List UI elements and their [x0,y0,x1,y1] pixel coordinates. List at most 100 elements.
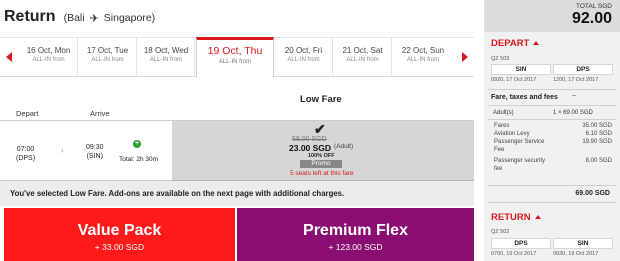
date-tab-selected[interactable]: 19 Oct, Thu ALL-IN from [196,37,274,78]
date-label: 17 Oct, Tue [86,46,129,55]
arrive-time: 09:30 [86,144,104,151]
fee-label: fee [494,166,503,172]
route-close-paren: ) [151,12,156,24]
promo-badge: Promo [300,160,342,168]
depart-section-toggle[interactable]: DEPART [491,38,540,49]
depart-from-code: SIN [491,64,551,75]
depart-column-header: Depart [16,109,39,118]
date-tab[interactable]: 21 Oct, Sat ALL-IN from [334,38,392,77]
chevron-right-icon: › [61,148,64,155]
destination-city: Singapore [103,12,152,24]
fee-amount: 19.90 SGD [582,139,612,145]
page-title: Return [4,8,56,25]
arrive-info: 09:30 (SIN) [86,143,104,161]
return-to-code: SIN [553,238,613,249]
date-price-label: ALL-IN from [32,57,65,63]
total-label: TOTAL SGD [576,3,612,10]
collapse-arrow-icon [533,41,540,45]
fee-label: Passenger Service [494,139,545,145]
seats-left-notice: 5 seats left at this fare [290,170,354,177]
fee-amount: 35.00 SGD [582,123,612,129]
airplane-icon: ✈ [89,12,99,25]
pack-price: + 33.00 SGD [94,242,145,252]
next-dates-arrow-icon[interactable] [462,52,468,62]
return-section-toggle[interactable]: RETURN [491,212,541,223]
date-tab[interactable]: 17 Oct, Tue ALL-IN from [79,38,137,77]
return-title: RETURN [491,212,531,223]
fee-row: Fares 35.00 SGD [494,123,614,130]
fee-label: Fares [494,123,510,129]
pack-price: + 123.00 SGD [328,242,383,252]
return-from-code: DPS [491,238,551,249]
depart-info: 07:00 (DPS) [16,145,35,163]
depart-flight-number: QZ 503 [491,56,510,62]
pack-name: Premium Flex [303,222,408,239]
fee-row: fee [494,166,614,173]
fare-notice-text: You've selected Low Fare. Add-ons are av… [10,189,345,198]
date-tab[interactable]: 16 Oct, Mon ALL-IN from [20,38,78,77]
return-from-time: 0700, 19 Oct 2017 [491,251,537,257]
value-pack-option[interactable]: Value Pack + 33.00 SGD [4,208,235,261]
return-flight-number: QZ 502 [491,229,510,235]
fees-title: Fare, taxes and fees [491,94,558,101]
fee-label: Aviation Levy [494,131,530,137]
date-tab[interactable]: 18 Oct, Wed ALL-IN from [138,38,195,77]
arrive-column-header: Arrive [90,109,110,118]
fare-price: 23.00 SGD [289,143,332,153]
fee-label: Passenger security [494,158,546,164]
low-fare-option[interactable]: ✔ 58.00 SGD 23.00 SGD (Adult) 100% OFF P… [172,121,474,181]
fare-notice-bar: You've selected Low Fare. Add-ons are av… [0,181,474,206]
total-price-box: TOTAL SGD 92.00 [484,0,620,32]
divider [488,119,616,120]
original-price: 58.00 SGD [292,136,327,143]
depart-title: DEPART [491,38,530,49]
flight-details: 07:00 (DPS) › 09:30 (SIN) + Total: 2h 30… [0,121,172,181]
date-label: 20 Oct, Fri [284,46,323,55]
passenger-type: (Adult) [334,143,354,150]
date-price-label: ALL-IN from [91,57,124,63]
total-duration: Total: 2h 30m [119,156,159,163]
depart-time: 07:00 [16,146,35,153]
date-label: 16 Oct, Mon [26,46,71,55]
fee-amount: 8.00 SGD [585,158,612,164]
depart-to-time: 1200, 17 Oct 2017 [553,77,599,83]
date-price-label: ALL-IN from [346,57,379,63]
date-tab[interactable]: 20 Oct, Fri ALL-IN from [275,38,333,77]
total-value: 92.00 [571,10,612,27]
date-price-label: ALL-IN from [149,57,183,63]
date-label: 21 Oct, Sat [342,46,383,55]
return-to-time: 0930, 19 Oct 2017 [553,251,599,257]
fee-row: Passenger security 8.00 SGD [494,158,614,165]
return-route: DPS SIN 0700, 19 Oct 2017 0930, 19 Oct 2… [488,238,616,261]
divider [488,185,616,186]
divider [488,89,616,90]
collapse-minus-icon[interactable]: − [572,93,576,100]
date-price-label: ALL-IN from [218,59,252,65]
collapse-arrow-icon [534,215,541,219]
adult-fare-value: 1 × 69.00 SGD [553,110,593,116]
depart-to-code: DPS [553,64,613,75]
depart-from-time: 0920, 17 Oct 2017 [491,77,537,83]
fee-row: Fee [494,147,614,154]
date-tab[interactable]: 22 Oct, Sun ALL-IN from [393,38,453,77]
depart-airport: (DPS) [16,155,36,162]
booking-summary-panel: TOTAL SGD 92.00 DEPART QZ 503 SIN DPS 09… [484,0,620,261]
date-price-label: ALL-IN from [406,57,440,63]
page-header: Return ( Bali ✈ Singapore ) [4,8,155,28]
date-label: 22 Oct, Sun [401,46,445,55]
route-label: ( Bali ✈ Singapore ) [64,12,156,25]
date-selector: 16 Oct, Mon ALL-IN from 17 Oct, Tue ALL-… [0,37,474,78]
divider [488,202,616,203]
divider [488,105,616,106]
premium-flex-option[interactable]: Premium Flex + 123.00 SGD [237,208,474,261]
flight-details-plus-icon[interactable]: + [133,140,141,148]
flight-row: 07:00 (DPS) › 09:30 (SIN) + Total: 2h 30… [0,121,474,181]
depart-route: SIN DPS 0920, 17 Oct 2017 1200, 17 Oct 2… [488,64,616,88]
previous-dates-arrow-icon[interactable] [6,52,12,62]
discount-label: 100% OFF [308,153,335,159]
date-label: 19 Oct, Thu [207,45,263,57]
date-label: 18 Oct, Wed [143,46,189,55]
origin-city: Bali [67,12,85,24]
date-price-label: ALL-IN from [287,57,320,63]
low-fare-column-header: Low Fare [300,94,342,105]
